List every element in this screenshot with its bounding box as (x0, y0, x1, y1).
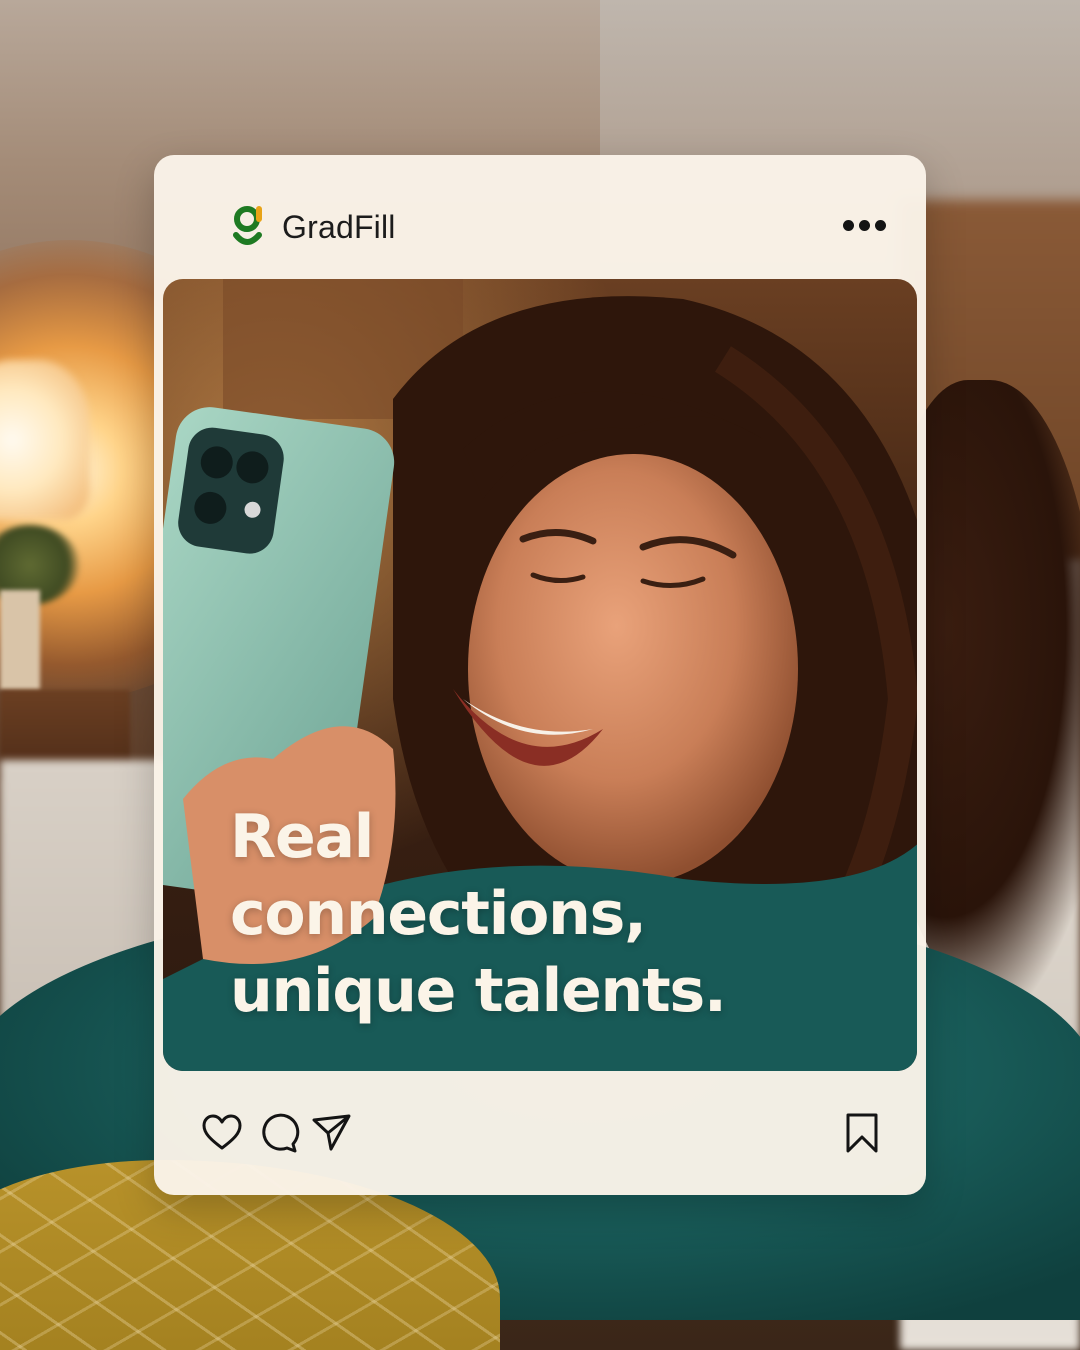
post-card: GradFill Real connections, unique talent… (154, 155, 926, 1195)
headline-line: unique talents. (230, 956, 727, 1026)
heart-icon[interactable] (200, 1111, 244, 1155)
bookmark-icon[interactable] (840, 1111, 884, 1155)
more-options-icon (842, 219, 854, 231)
post-image: Real connections, unique talents. (163, 279, 917, 1071)
more-options-button[interactable] (834, 211, 894, 239)
send-icon[interactable] (310, 1111, 354, 1155)
headline-line: Real (230, 802, 374, 872)
headline-line: connections, (230, 879, 647, 949)
post-headline: Real connections, unique talents. (230, 799, 870, 1030)
lamp (0, 360, 90, 520)
brand-name[interactable]: GradFill (282, 207, 396, 247)
gradfill-logo-icon (230, 205, 264, 251)
more-options-icon (858, 219, 870, 231)
comment-icon[interactable] (256, 1111, 300, 1155)
more-options-icon (874, 219, 886, 231)
post-actions (154, 1071, 926, 1195)
plant-pot (0, 590, 40, 690)
post-header: GradFill (154, 155, 926, 279)
